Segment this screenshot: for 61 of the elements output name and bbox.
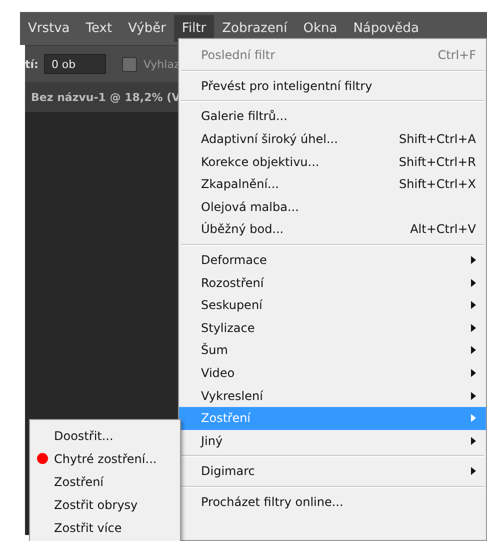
menu-item[interactable]: Zostřit obrysy (30, 493, 180, 516)
menu-item-label: Zkapalnění... (201, 177, 280, 192)
menu-item-label: Galerie filtrů... (201, 109, 288, 124)
shortcut-text: Shift+Ctrl+A (399, 132, 476, 146)
menu-item-label: Zostření (54, 474, 104, 488)
menu-item[interactable]: Chytré zostření... (30, 447, 180, 470)
menu-item-label: Seskupení (201, 298, 264, 312)
shortcut-text: Ctrl+F (438, 48, 476, 62)
menu-item[interactable]: Text (78, 15, 120, 42)
menu-item[interactable]: Vykreslení (179, 384, 486, 407)
menu-item[interactable]: Doostřit... (30, 424, 180, 447)
menu-item-label: Zostření (201, 411, 252, 426)
menu-item[interactable]: Seskupení (179, 294, 486, 317)
menu-item[interactable]: Zostřit více (30, 516, 180, 539)
menu-item[interactable]: Olejová malba... (179, 196, 486, 218)
menu-item[interactable]: Rozostření (179, 271, 486, 294)
menu-item-label: Adaptivní široký úhel... (201, 132, 339, 146)
menu-item-label: Jiný (201, 434, 224, 448)
menu-item-label: Poslední filtr (201, 48, 276, 62)
menu-item-label: Šum (201, 343, 229, 358)
menu-item-label: Chytré zostření... (54, 452, 157, 466)
menu-item-label: Úběžný bod... (201, 222, 285, 236)
menu-item[interactable]: Jiný (179, 430, 486, 452)
menu-item[interactable]: Zobrazení (214, 15, 296, 42)
menu-item[interactable]: Zostření (30, 470, 180, 493)
menu-item[interactable]: Zkapalnění... Shift+Ctrl+X (179, 172, 486, 196)
menu-item-label: Převést pro inteligentní filtry (201, 78, 374, 93)
menu-item[interactable]: Procházet filtry online... (179, 490, 486, 514)
menu-item[interactable]: Digimarc (179, 460, 486, 483)
menu-item-label: Deformace (201, 253, 268, 268)
menu-item-label: Rozostření (201, 276, 265, 290)
menu-item[interactable]: Korekce objektivu... Shift+Ctrl+R (179, 150, 486, 173)
menu-item[interactable]: Převést pro inteligentní filtry (179, 74, 486, 98)
menu-item[interactable]: Stylizace (179, 316, 486, 340)
menu-item[interactable]: Video (179, 362, 486, 384)
menu-item[interactable]: Vrstva (20, 15, 78, 42)
shortcut-text: Shift+Ctrl+X (399, 177, 476, 192)
menu-item[interactable]: Šum (179, 339, 486, 362)
shortcut-text: Shift+Ctrl+R (398, 154, 476, 169)
menu-item-label: Zostřit více (54, 520, 122, 534)
input-field[interactable]: 0 ob (44, 54, 106, 74)
menu-item-label: Video (201, 366, 236, 380)
menu-item[interactable]: Adaptivní široký úhel... Shift+Ctrl+A (179, 128, 486, 150)
field-label: tí: (25, 58, 38, 70)
menu-item-label: Korekce objektivu... (201, 154, 320, 169)
menu-item-label: Vykreslení (201, 388, 264, 403)
checkbox-label: Vyhlaz (143, 58, 180, 70)
menu-item[interactable]: Výběr (120, 15, 174, 42)
menu-item[interactable]: Nápověda (345, 15, 428, 42)
menu-item-label: Stylizace (201, 320, 256, 335)
checkbox[interactable] (122, 56, 138, 72)
menu-item-label: Procházet filtry online... (201, 494, 344, 509)
menu-item-label: Digimarc (201, 464, 256, 478)
menu-item[interactable]: Galerie filtrů... (179, 105, 486, 128)
menu-item-label: Zostřit obrysy (54, 498, 138, 512)
menu-item-label: Doostřit... (54, 428, 114, 442)
menu-item[interactable]: Okna (295, 15, 346, 42)
menu-item[interactable]: Deformace (179, 248, 486, 272)
menu-item[interactable]: Úběžný bod... Alt+Ctrl+V (179, 218, 486, 241)
shortcut-text: Alt+Ctrl+V (410, 222, 476, 236)
menu-item-label: Olejová malba... (201, 200, 300, 214)
